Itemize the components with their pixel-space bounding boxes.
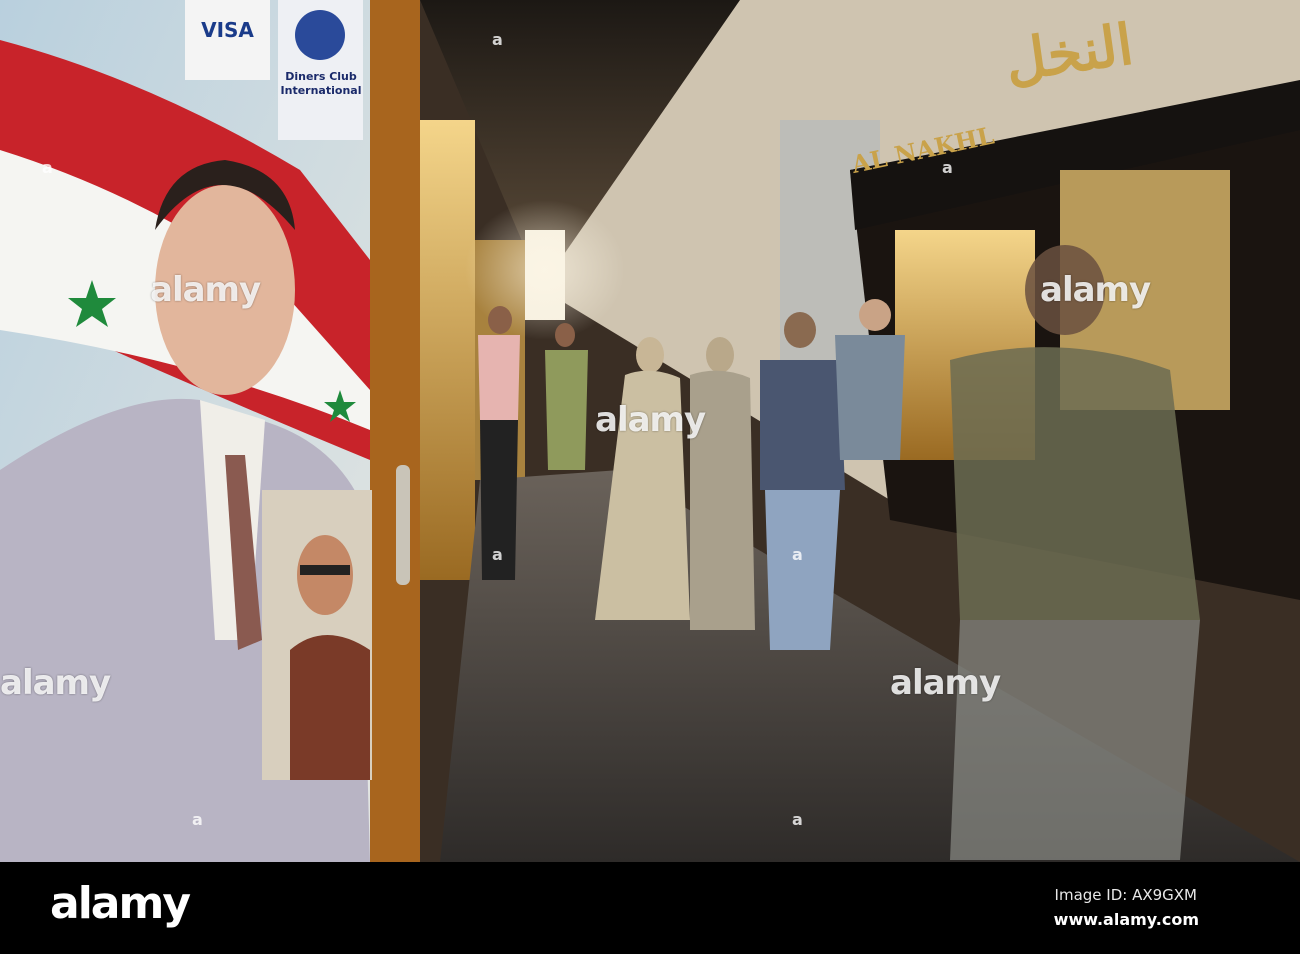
watermark-dot: a (792, 545, 803, 564)
watermark-dot: a (942, 158, 953, 177)
watermark: alamy (890, 663, 1001, 703)
watermark: alamy (595, 400, 706, 440)
site-url[interactable]: www.alamy.com (1054, 910, 1199, 929)
footer-bar (0, 862, 1300, 954)
watermark: alamy (1040, 270, 1151, 310)
photo: VISA Diners Club International AL NAKHL … (0, 0, 1300, 862)
watermark-dot: a (492, 545, 503, 564)
jewelry-display-case (415, 120, 475, 580)
watermark: alamy (0, 663, 111, 703)
watermark: alamy (150, 270, 261, 310)
watermark-dot: a (792, 810, 803, 829)
watermark-dot: a (192, 810, 203, 829)
watermark-dot: a (492, 30, 503, 49)
alamy-logo: alamy (50, 878, 191, 929)
diners-label: Diners Club International (280, 70, 362, 97)
image-id: Image ID: AX9GXM (1054, 886, 1197, 904)
watermark-dot: a (42, 158, 53, 177)
visa-label: VISA (190, 18, 265, 42)
door-handle (396, 465, 410, 585)
